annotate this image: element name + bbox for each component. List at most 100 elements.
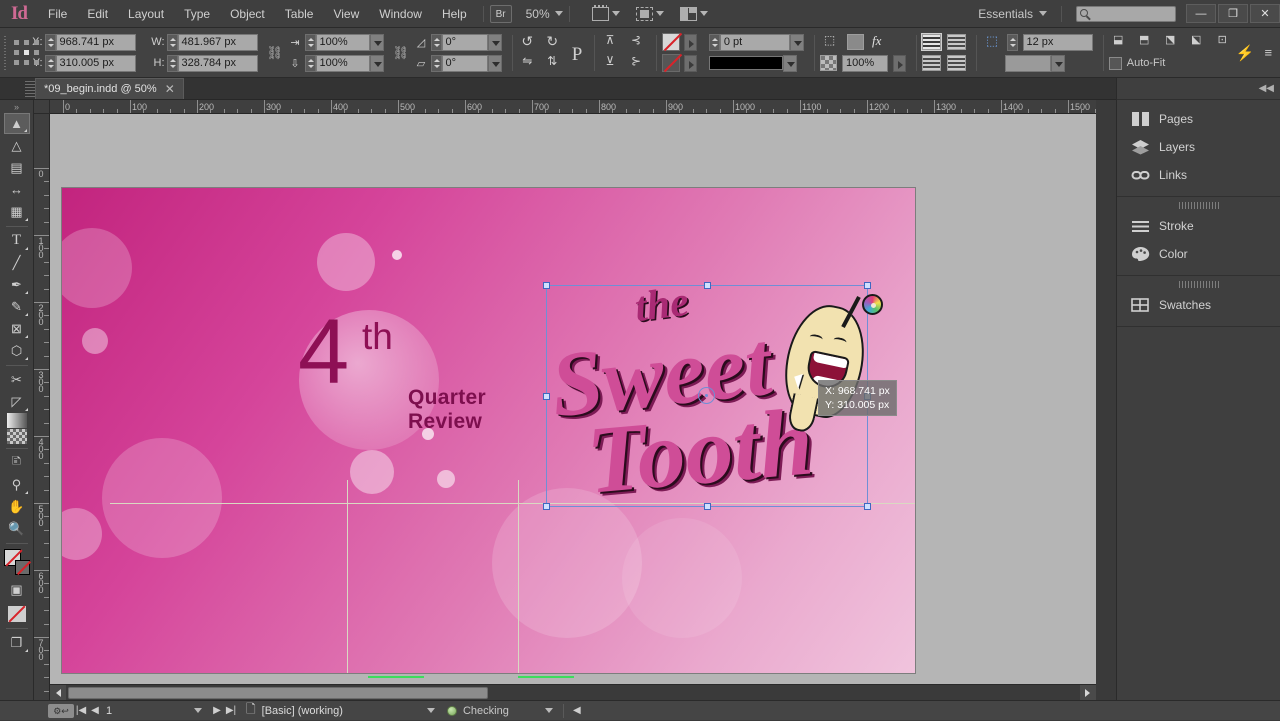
next-page-button[interactable]: ▶ xyxy=(210,705,224,716)
gradient-swatch-tool[interactable] xyxy=(7,413,27,428)
eyedropper-tool[interactable]: ⚲ xyxy=(4,474,30,495)
search-input[interactable] xyxy=(1076,6,1176,22)
formatting-affects-container-icon[interactable]: ▣ xyxy=(4,579,30,600)
scroll-left-button[interactable] xyxy=(50,685,66,701)
minimize-button[interactable]: — xyxy=(1186,4,1216,23)
shear-input[interactable]: 0° xyxy=(442,55,488,72)
page-tool[interactable]: ▤ xyxy=(4,157,30,178)
fit-content-proportionally-icon[interactable]: ⬓ xyxy=(1109,33,1128,51)
collapse-panels-icon[interactable]: ◀◀ xyxy=(1259,83,1274,94)
panel-group-grip[interactable] xyxy=(1179,281,1219,288)
corner-shape-dropdown[interactable] xyxy=(1051,55,1065,72)
text-wrap-bounding-box-icon[interactable] xyxy=(947,34,966,50)
maximize-button[interactable]: ❐ xyxy=(1218,4,1248,23)
align-bottom-icon[interactable]: ⊻ xyxy=(601,54,620,72)
control-panel-grip[interactable] xyxy=(4,36,6,70)
w-stepper[interactable] xyxy=(167,34,178,51)
toolbox-grip[interactable]: » xyxy=(11,103,23,111)
fill-swatch-dropdown[interactable] xyxy=(684,34,697,51)
auto-fit-checkbox[interactable] xyxy=(1109,57,1122,70)
corner-shape-swatch[interactable] xyxy=(1005,55,1051,72)
content-grabber[interactable] xyxy=(698,387,715,404)
stroke-swatch-none-icon[interactable] xyxy=(15,560,30,575)
select-container-icon[interactable]: ⬚ xyxy=(820,33,839,51)
apply-none-icon[interactable] xyxy=(4,603,30,624)
ruler-origin[interactable] xyxy=(34,100,50,114)
horizontal-scrollbar[interactable] xyxy=(50,684,1096,700)
opacity-input[interactable]: 100% xyxy=(842,55,888,72)
scroll-right-button[interactable] xyxy=(1080,685,1096,701)
preflight-dropdown-icon[interactable] xyxy=(545,708,553,713)
bridge-button[interactable]: Br xyxy=(490,5,512,23)
type-tool[interactable]: T xyxy=(4,230,30,251)
scale-x-input[interactable]: 100% xyxy=(316,34,370,51)
menu-object[interactable]: Object xyxy=(220,0,275,28)
menu-edit[interactable]: Edit xyxy=(77,0,118,28)
x-stepper[interactable] xyxy=(45,34,56,51)
horizontal-scroll-thumb[interactable] xyxy=(68,687,488,699)
selection-handle-tr[interactable] xyxy=(864,282,871,289)
scissors-tool[interactable]: ✂ xyxy=(4,369,30,390)
previous-page-button[interactable]: ◀ xyxy=(88,705,102,716)
rotation-stepper[interactable] xyxy=(431,34,442,51)
constrain-proportions-size-icon[interactable]: ⛓ xyxy=(267,40,281,66)
distribute-icon[interactable]: ⊱ xyxy=(627,54,646,72)
x-input[interactable]: 968.741 px xyxy=(56,34,136,51)
effects-fx-icon[interactable]: fx xyxy=(872,33,891,51)
rotation-input[interactable]: 0° xyxy=(442,34,488,51)
content-collector-tool[interactable]: ▦ xyxy=(4,201,30,222)
text-wrap-none-icon[interactable] xyxy=(922,34,941,50)
screen-mode-tool[interactable]: ❐ xyxy=(4,632,30,653)
h-stepper[interactable] xyxy=(167,55,178,72)
fit-frame-to-content-icon[interactable]: ⬕ xyxy=(1187,33,1206,51)
scale-y-input[interactable]: 100% xyxy=(316,55,370,72)
rectangle-tool[interactable]: ⬡ xyxy=(4,340,30,361)
preflight-status[interactable]: Checking xyxy=(447,705,509,717)
preview-mode-icon[interactable]: P xyxy=(572,44,583,62)
auto-fit-row[interactable]: Auto-Fit xyxy=(1109,54,1232,72)
hand-tool[interactable]: ✋ xyxy=(4,496,30,517)
menu-type[interactable]: Type xyxy=(174,0,220,28)
page-style-dropdown-icon[interactable] xyxy=(427,708,435,713)
page-style-label[interactable]: [Basic] (working) xyxy=(262,705,343,717)
control-panel-menu-icon[interactable]: ≡ xyxy=(1264,45,1272,60)
y-input[interactable]: 310.005 px xyxy=(56,55,136,72)
panel-item-links[interactable]: Links xyxy=(1117,161,1280,189)
fit-content-to-frame-icon[interactable]: ⬔ xyxy=(1161,33,1180,51)
gap-tool[interactable]: ↔ xyxy=(4,179,30,200)
text-wrap-jump-object-icon[interactable] xyxy=(947,55,966,71)
document-tab-close-icon[interactable]: ✕ xyxy=(165,82,175,96)
scale-y-stepper[interactable] xyxy=(305,55,316,72)
horizontal-ruler[interactable]: 0100200300400500600700800900100011001200… xyxy=(50,100,1096,114)
selection-handle-tl[interactable] xyxy=(543,282,550,289)
selection-handle-ml[interactable] xyxy=(543,393,550,400)
align-top-icon[interactable]: ⊼ xyxy=(601,33,620,51)
fill-frame-proportionally-icon[interactable]: ⬒ xyxy=(1135,33,1154,51)
stroke-weight-input[interactable]: 0 pt xyxy=(720,34,790,51)
fill-stroke-swatches[interactable] xyxy=(4,549,30,575)
flip-horizontal-icon[interactable]: ⇋ xyxy=(518,54,537,72)
pencil-tool[interactable]: ✎ xyxy=(4,296,30,317)
corner-shape-icon[interactable]: ⬚ xyxy=(983,33,1002,51)
stroke-weight-stepper[interactable] xyxy=(709,34,720,51)
stroke-style-dropdown[interactable] xyxy=(783,55,797,72)
shear-stepper[interactable] xyxy=(431,55,442,72)
selection-handle-bl[interactable] xyxy=(543,503,550,510)
menu-window[interactable]: Window xyxy=(369,0,432,28)
page-transitions-icon[interactable]: ⚙↩ xyxy=(48,704,74,718)
status-scroll-left-icon[interactable]: ◀ xyxy=(570,705,584,716)
lightning-icon[interactable]: ⚡ xyxy=(1236,44,1255,62)
text-wrap-object-shape-icon[interactable] xyxy=(922,55,941,71)
reference-point-proxy[interactable] xyxy=(14,40,20,66)
scale-x-dropdown[interactable] xyxy=(370,34,384,51)
corner-radius-stepper[interactable] xyxy=(1007,34,1018,51)
stroke-swatch-none[interactable] xyxy=(662,54,680,72)
menu-help[interactable]: Help xyxy=(432,0,477,28)
tab-strip-grip[interactable] xyxy=(25,81,35,99)
opacity-dropdown[interactable] xyxy=(893,55,906,72)
page-dropdown-icon[interactable] xyxy=(194,708,202,713)
free-transform-tool[interactable]: ◸ xyxy=(4,391,30,412)
line-tool[interactable]: ╱ xyxy=(4,252,30,273)
menu-table[interactable]: Table xyxy=(275,0,324,28)
panel-layout-button[interactable] xyxy=(680,7,708,21)
